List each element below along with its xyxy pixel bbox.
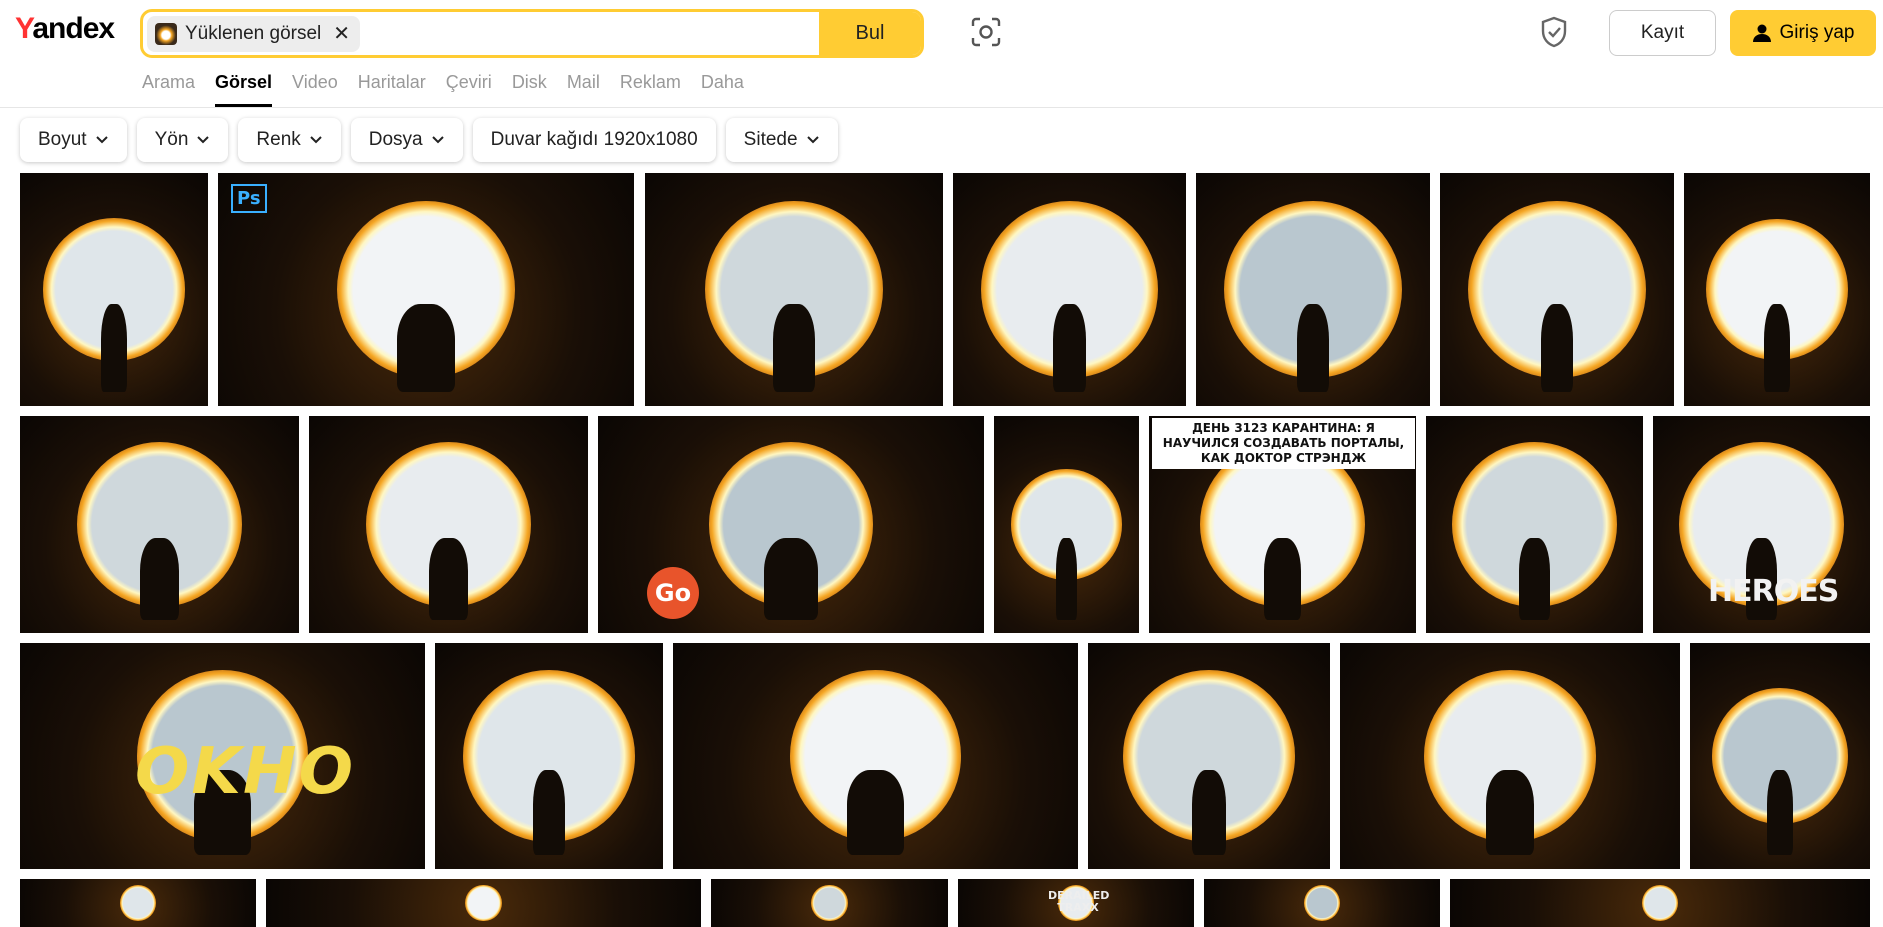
filter-dosya[interactable]: Dosya bbox=[350, 118, 463, 162]
filter-label: Duvar kağıdı 1920x1080 bbox=[490, 129, 698, 150]
okno-title: OKHO bbox=[135, 735, 355, 809]
person-silhouette bbox=[1540, 303, 1574, 393]
image-result[interactable] bbox=[20, 416, 299, 633]
image-result[interactable] bbox=[309, 416, 588, 633]
portal-ring bbox=[1303, 884, 1341, 922]
image-result[interactable] bbox=[20, 879, 256, 927]
image-result[interactable] bbox=[20, 173, 208, 406]
filter-sitede[interactable]: Sitede bbox=[725, 118, 838, 162]
image-result[interactable] bbox=[1340, 643, 1680, 869]
tab-çeviri[interactable]: Çeviri bbox=[446, 72, 492, 107]
tab-haritalar[interactable]: Haritalar bbox=[358, 72, 426, 107]
filter-label: Yön bbox=[154, 129, 189, 150]
person-silhouette bbox=[1263, 537, 1302, 620]
login-label: Giriş yap bbox=[1779, 22, 1855, 43]
register-button[interactable]: Kayıt bbox=[1609, 10, 1716, 56]
tab-video[interactable]: Video bbox=[292, 72, 338, 107]
image-result[interactable] bbox=[673, 643, 1078, 869]
filter-label: Boyut bbox=[38, 129, 87, 150]
photoshop-badge: Ps bbox=[231, 184, 267, 213]
person-silhouette bbox=[1767, 769, 1793, 856]
image-result[interactable] bbox=[1450, 879, 1870, 927]
person-silhouette bbox=[533, 769, 565, 856]
chevron-down-icon bbox=[197, 136, 210, 144]
person-silhouette bbox=[847, 769, 904, 856]
image-result[interactable] bbox=[994, 416, 1139, 633]
person-silhouette bbox=[100, 303, 128, 393]
person-silhouette bbox=[1056, 537, 1077, 620]
shield-icon[interactable] bbox=[1540, 16, 1568, 48]
image-result[interactable] bbox=[711, 879, 948, 927]
derailed-title: DERAILED TRAXX bbox=[1048, 889, 1110, 914]
tab-görsel[interactable]: Görsel bbox=[215, 72, 273, 107]
image-result[interactable] bbox=[1426, 416, 1643, 633]
person-silhouette bbox=[763, 537, 818, 620]
person-silhouette bbox=[1519, 537, 1550, 620]
person-silhouette bbox=[1296, 303, 1330, 393]
chevron-down-icon bbox=[310, 136, 322, 144]
header: Yandex Yüklenen görsel ✕ Bul Kayıt Giriş… bbox=[0, 0, 1883, 108]
chevron-down-icon bbox=[95, 136, 108, 144]
tab-arama[interactable]: Arama bbox=[142, 72, 195, 107]
tab-daha[interactable]: Daha bbox=[701, 72, 744, 107]
tab-mail[interactable]: Mail bbox=[567, 72, 600, 107]
close-icon[interactable]: ✕ bbox=[333, 21, 350, 46]
person-silhouette bbox=[1053, 303, 1086, 393]
person-silhouette bbox=[428, 537, 469, 620]
image-result[interactable] bbox=[266, 879, 701, 927]
chip-label: Yüklenen görsel bbox=[185, 22, 322, 44]
portal-ring bbox=[119, 884, 157, 922]
filter-label: Renk bbox=[256, 129, 301, 150]
image-result[interactable] bbox=[435, 643, 663, 869]
portal-ring bbox=[1641, 884, 1679, 922]
image-result[interactable] bbox=[1204, 879, 1440, 927]
search-button[interactable]: Bul bbox=[819, 12, 921, 55]
portal-ring bbox=[811, 884, 848, 922]
heroes-title: HEROES bbox=[1708, 574, 1839, 609]
portal-ring bbox=[465, 884, 502, 922]
image-result[interactable] bbox=[953, 173, 1186, 406]
filter-yön[interactable]: Yön bbox=[136, 118, 229, 162]
search-bar[interactable]: Yüklenen görsel ✕ Bul bbox=[140, 9, 924, 58]
tab-reklam[interactable]: Reklam bbox=[620, 72, 681, 107]
image-result[interactable] bbox=[645, 173, 943, 406]
nav-tabs: Arama Görsel Video Haritalar Çeviri Disk Mail R… bbox=[142, 72, 744, 107]
filter-renk[interactable]: Renk bbox=[238, 118, 341, 162]
chevron-down-icon bbox=[431, 136, 444, 144]
image-result[interactable] bbox=[1088, 643, 1330, 869]
image-result[interactable] bbox=[1684, 173, 1870, 406]
filter-label: Sitede bbox=[743, 129, 798, 150]
filter-bar: Boyut Yön Renk Dosya Duvar kağıdı 1920x1080 S… bbox=[20, 118, 838, 162]
person-silhouette bbox=[1763, 303, 1790, 393]
yandex-logo[interactable]: Yandex bbox=[15, 12, 115, 46]
login-button[interactable]: Giriş yap bbox=[1730, 10, 1876, 56]
go-badge: Go bbox=[647, 567, 699, 619]
uploaded-image-chip[interactable]: Yüklenen görsel ✕ bbox=[147, 15, 361, 52]
image-result[interactable] bbox=[1690, 643, 1870, 869]
chevron-down-icon bbox=[806, 136, 819, 144]
user-icon bbox=[1752, 24, 1771, 42]
filter-boyut[interactable]: Boyut bbox=[20, 118, 127, 162]
tab-disk[interactable]: Disk bbox=[512, 72, 547, 107]
filter-label: Dosya bbox=[368, 129, 423, 150]
uploaded-image-thumbnail bbox=[155, 22, 177, 45]
person-silhouette bbox=[139, 537, 180, 620]
image-result[interactable] bbox=[218, 173, 634, 406]
image-result[interactable] bbox=[1440, 173, 1674, 406]
quarantine-caption: ДЕНЬ 3123 КАРАНТИНА: Я НАУЧИЛСЯ СОЗДАВАТ… bbox=[1152, 418, 1415, 469]
person-silhouette bbox=[1486, 769, 1534, 856]
camera-search-icon[interactable] bbox=[970, 16, 1002, 48]
person-silhouette bbox=[1192, 769, 1226, 856]
image-result[interactable] bbox=[1196, 173, 1430, 406]
filter-duvar[interactable]: Duvar kağıdı 1920x1080 bbox=[472, 118, 716, 162]
person-silhouette bbox=[396, 303, 456, 393]
person-silhouette bbox=[773, 303, 815, 393]
